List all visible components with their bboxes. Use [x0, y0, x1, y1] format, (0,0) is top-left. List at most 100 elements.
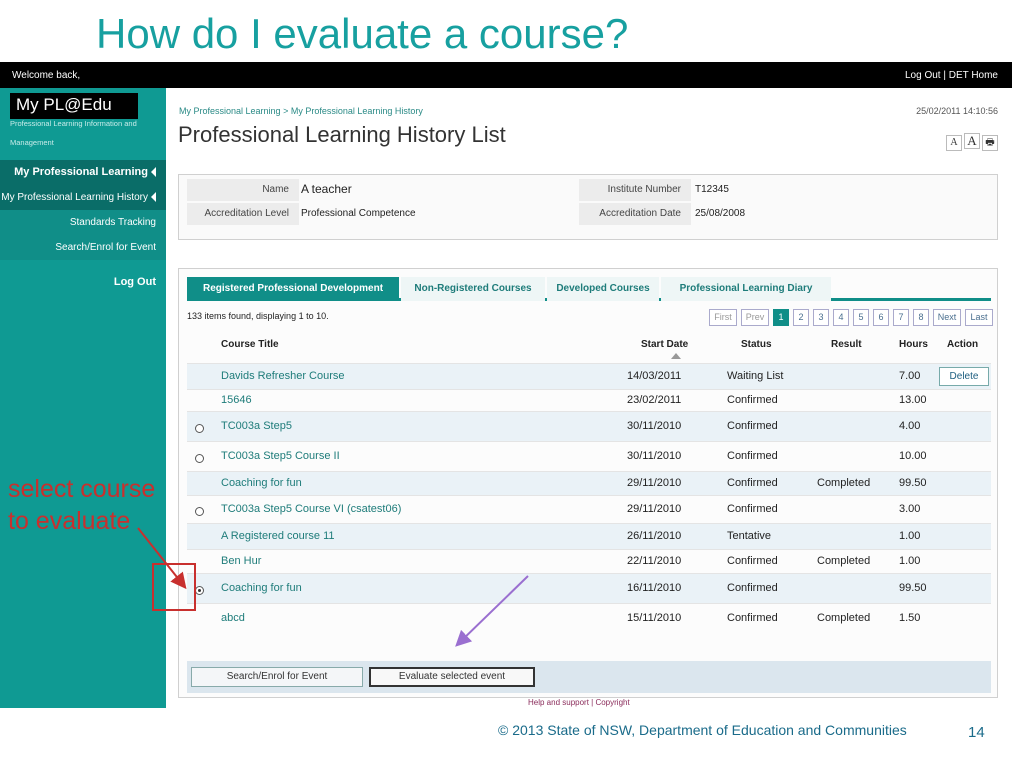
sidebar-item-log-out[interactable]: Log Out: [0, 270, 166, 295]
status: Confirmed: [727, 420, 778, 432]
table-row[interactable]: A Registered course 11 26/11/2010 Tentativ…: [187, 523, 991, 549]
table-row[interactable]: TC003a Step5 Course VI (csatest06) 29/11/…: [187, 495, 991, 523]
status: Confirmed: [727, 394, 778, 406]
welcome-text: Welcome back,: [12, 70, 81, 81]
start-date: 16/11/2010: [627, 582, 682, 594]
delete-button[interactable]: Delete: [939, 367, 989, 386]
select-course-radio[interactable]: [195, 454, 204, 463]
start-date: 29/11/2010: [627, 503, 682, 515]
start-date: 14/03/2011: [627, 370, 682, 382]
page-prev-button[interactable]: Prev: [741, 309, 769, 326]
select-course-radio[interactable]: [195, 424, 204, 433]
slide-title: How do I evaluate a course?: [96, 10, 629, 57]
page-1-button[interactable]: 1: [773, 309, 789, 326]
top-links[interactable]: Log Out | DET Home: [905, 70, 998, 81]
start-date: 29/11/2010: [627, 477, 682, 489]
page-3-button[interactable]: 3: [813, 309, 829, 326]
accreditation-date-value: 25/08/2008: [695, 208, 746, 219]
course-title-link[interactable]: TC003a Step5: [221, 420, 292, 432]
sidebar-item-search-enrol[interactable]: Search/Enrol for Event: [0, 235, 166, 260]
teacher-info-box: Name A teacher Accreditation Level Profe…: [178, 174, 998, 240]
action-bar: Search/Enrol for Event Evaluate selected…: [187, 661, 991, 693]
status: Confirmed: [727, 503, 778, 515]
course-title-link[interactable]: 15646: [221, 394, 252, 406]
hours: 99.50: [899, 582, 927, 594]
info-row-name: Name A teacher: [187, 179, 577, 201]
sidebar-item-label: My Professional Learning History: [1, 192, 148, 203]
course-title-link[interactable]: TC003a Step5 Course VI (csatest06): [221, 503, 401, 515]
info-row-accreditation-date: Accreditation Date 25/08/2008: [579, 203, 969, 225]
text-smaller-icon[interactable]: A: [946, 135, 962, 151]
print-icon[interactable]: 🖶: [982, 135, 998, 151]
triangle-left-icon: [151, 167, 156, 178]
evaluate-selected-button[interactable]: Evaluate selected event: [369, 667, 535, 687]
sidebar: My PL@Edu Professional Learning Informat…: [0, 88, 166, 708]
main-content: My Professional Learning > My Profession…: [166, 88, 1012, 708]
page-5-button[interactable]: 5: [853, 309, 869, 326]
annotation-text: select course to evaluate: [8, 473, 155, 537]
table-row[interactable]: Davids Refresher Course 14/03/2011 Waiting…: [187, 363, 991, 389]
start-date: 23/02/2011: [627, 394, 682, 406]
column-start-date[interactable]: Start Date: [641, 339, 688, 350]
course-title-link[interactable]: Coaching for fun: [221, 582, 302, 594]
course-title-link[interactable]: Ben Hur: [221, 555, 261, 567]
sidebar-item-label: Log Out: [113, 276, 156, 288]
table-row[interactable]: Coaching for fun 16/11/2010 Confirmed 99.50: [187, 573, 991, 603]
page-title: Professional Learning History List: [178, 122, 506, 147]
search-enrol-button[interactable]: Search/Enrol for Event: [191, 667, 363, 687]
annotation-line-1: select course: [8, 475, 156, 503]
name-label: Name: [262, 184, 289, 195]
page-last-button[interactable]: Last: [965, 309, 993, 326]
page-next-button[interactable]: Next: [933, 309, 961, 326]
tab-developed[interactable]: Developed Courses: [547, 277, 659, 301]
text-larger-icon[interactable]: A: [964, 133, 980, 149]
table-row[interactable]: TC003a Step5 30/11/2010 Confirmed 4.00: [187, 411, 991, 441]
select-course-radio[interactable]: [195, 586, 204, 595]
tab-non-registered[interactable]: Non-Registered Courses: [401, 277, 545, 301]
course-title-link[interactable]: TC003a Step5 Course II: [221, 450, 340, 462]
column-hours[interactable]: Hours: [899, 339, 928, 350]
status: Confirmed: [727, 555, 778, 567]
column-result[interactable]: Result: [831, 339, 862, 350]
sidebar-spacer: [0, 260, 166, 270]
status: Waiting List: [727, 370, 784, 382]
institute-value: T12345: [695, 184, 729, 195]
tab-diary[interactable]: Professional Learning Diary: [661, 277, 831, 301]
breadcrumb-separator: >: [283, 106, 289, 116]
breadcrumb-link-2[interactable]: My Professional Learning History: [291, 106, 423, 116]
column-status[interactable]: Status: [741, 339, 772, 350]
table-row[interactable]: Coaching for fun 29/11/2010 Confirmed Compl…: [187, 471, 991, 495]
page-4-button[interactable]: 4: [833, 309, 849, 326]
course-title-link[interactable]: Coaching for fun: [221, 477, 302, 489]
result: Completed: [817, 477, 871, 489]
triangle-left-icon: [151, 192, 156, 203]
page-2-button[interactable]: 2: [793, 309, 809, 326]
page-6-button[interactable]: 6: [873, 309, 889, 326]
hours: 10.00: [899, 450, 927, 462]
annotation-line-2: to evaluate: [8, 507, 131, 535]
page-first-button[interactable]: First: [709, 309, 737, 326]
sidebar-item-standards-tracking[interactable]: Standards Tracking: [0, 210, 166, 235]
sidebar-item-my-professional-learning[interactable]: My Professional Learning: [0, 160, 166, 185]
sidebar-item-history[interactable]: My Professional Learning History: [0, 185, 166, 210]
history-panel: Registered Professional Development Non-…: [178, 268, 998, 698]
page-7-button[interactable]: 7: [893, 309, 909, 326]
result: Completed: [817, 555, 871, 567]
hours: 1.50: [899, 612, 921, 624]
select-course-radio[interactable]: [195, 507, 204, 516]
start-date: 30/11/2010: [627, 450, 682, 462]
breadcrumb-link-1[interactable]: My Professional Learning: [179, 106, 281, 116]
breadcrumb: My Professional Learning > My Profession…: [179, 106, 423, 116]
course-title-link[interactable]: Davids Refresher Course: [221, 370, 345, 382]
column-course-title[interactable]: Course Title: [221, 339, 279, 350]
table-row[interactable]: TC003a Step5 Course II 30/11/2010 Confirme…: [187, 441, 991, 471]
course-title-link[interactable]: A Registered course 11: [221, 530, 335, 542]
help-links[interactable]: Help and support | Copyright: [528, 698, 630, 707]
tab-registered-pd[interactable]: Registered Professional Development: [187, 277, 399, 301]
table-row[interactable]: abcd 15/11/2010 Confirmed Completed 1.50: [187, 603, 991, 633]
course-title-link[interactable]: abcd: [221, 612, 245, 624]
copyright-text: © 2013 State of NSW, Department of Educa…: [498, 722, 907, 738]
page-8-button[interactable]: 8: [913, 309, 929, 326]
table-row[interactable]: Ben Hur 22/11/2010 Confirmed Completed 1.00: [187, 549, 991, 573]
table-row[interactable]: 15646 23/02/2011 Confirmed 13.00: [187, 389, 991, 411]
